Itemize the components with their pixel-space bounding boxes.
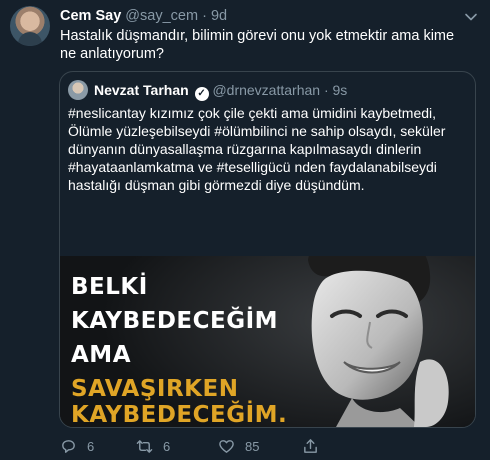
author-avatar[interactable]	[10, 6, 50, 46]
chevron-down-icon[interactable]	[464, 10, 478, 24]
retweet-button[interactable]: 6	[136, 437, 170, 455]
image-text-line: BELKİ	[71, 274, 148, 300]
image-text-line-accent: SAVAŞIRKEN	[71, 376, 239, 402]
retweet-icon	[136, 439, 153, 453]
author-handle[interactable]: @say_cem	[125, 8, 198, 24]
verified-badge-icon: ✓	[194, 87, 209, 101]
author-name[interactable]: Cem Say	[60, 8, 121, 24]
quoted-tweet-image[interactable]: BELKİ KAYBEDECEĞİM AMA SAVAŞIRKEN KAYBED…	[60, 256, 475, 427]
separator-dot: ·	[202, 8, 207, 24]
like-count: 85	[245, 438, 260, 454]
heart-icon	[219, 439, 234, 453]
quoted-tweet-text: #neslicantay kızımız çok çile çekti ama …	[68, 105, 446, 193]
quoted-author-avatar	[68, 80, 88, 100]
tweet-actions: 6 6 85	[60, 437, 480, 457]
tweet-text: Hastalık düşmandır, bilimin görevi onu y…	[60, 28, 455, 62]
quoted-author-handle: @drnevzattarhan	[212, 82, 321, 98]
share-icon	[304, 438, 317, 453]
image-text-line: AMA	[71, 342, 131, 368]
quoted-tweet-time: 9s	[332, 82, 348, 98]
tweet-header: Cem Say @say_cem · 9d	[60, 8, 227, 24]
image-text-line-accent: KAYBEDECEĞİM.	[71, 402, 288, 427]
tweet-time[interactable]: 9d	[211, 8, 227, 24]
reply-icon	[62, 439, 75, 453]
quoted-author-name: Nevzat Tarhan	[94, 82, 189, 98]
image-text-line: KAYBEDECEĞİM	[71, 308, 279, 334]
reply-count: 6	[87, 438, 95, 454]
quoted-tweet-header: Nevzat Tarhan ✓ @drnevzattarhan · 9s	[94, 82, 347, 101]
like-button[interactable]: 85	[218, 437, 259, 455]
tweet[interactable]: Cem Say @say_cem · 9d Hastalık düşmandır…	[0, 0, 490, 460]
separator-dot: ·	[323, 82, 329, 98]
retweet-count: 6	[163, 438, 171, 454]
reply-button[interactable]: 6	[60, 437, 94, 455]
quoted-tweet[interactable]: Nevzat Tarhan ✓ @drnevzattarhan · 9s #ne…	[59, 71, 476, 428]
share-button[interactable]	[302, 437, 329, 455]
